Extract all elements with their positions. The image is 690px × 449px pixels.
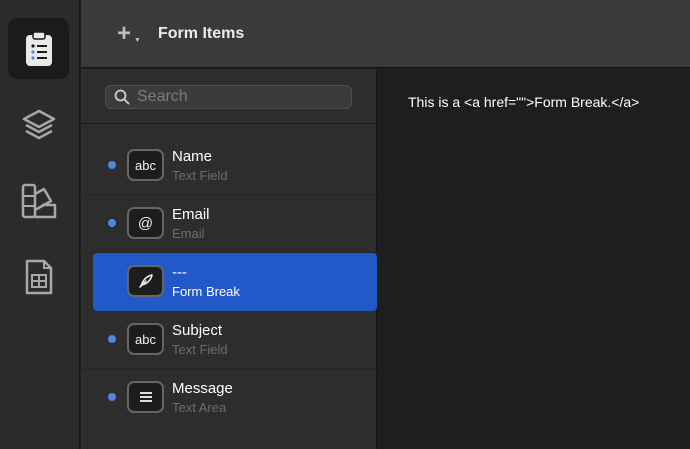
status-dot — [108, 335, 116, 343]
item-type: Email — [172, 226, 205, 241]
page-title: Form Items — [158, 25, 245, 42]
list-item-form-break[interactable]: --- Form Break — [93, 253, 377, 311]
status-dot — [108, 393, 116, 401]
text-area-icon — [127, 381, 164, 413]
detail-pane: This is a <a href="">Form Break.</a> — [378, 69, 690, 449]
list-item-name[interactable]: abc Name Text Field — [81, 137, 377, 195]
item-title: --- — [172, 264, 187, 281]
list-item-message[interactable]: Message Text Area — [81, 369, 377, 427]
item-title: Subject — [172, 322, 223, 339]
clipboard-list-icon — [25, 30, 52, 66]
search-area — [81, 69, 377, 124]
item-title: Name — [172, 148, 213, 165]
sidebar-item-layers[interactable] — [8, 94, 69, 155]
status-dot — [108, 161, 116, 169]
swatches-icon — [21, 183, 56, 218]
form-items-list: abc Name Text Field @ Email Email --- Fo… — [81, 137, 377, 427]
at-sign-icon: @ — [127, 207, 164, 239]
spreadsheet-icon — [25, 259, 52, 294]
item-title: Email — [172, 206, 210, 223]
search-icon — [114, 89, 130, 105]
sidebar-rail — [0, 0, 80, 449]
item-type: Form Break — [172, 284, 240, 299]
status-dot — [108, 219, 116, 227]
item-type: Text Field — [172, 342, 228, 357]
list-item-email[interactable]: @ Email Email — [81, 195, 377, 253]
search-field[interactable] — [105, 85, 352, 109]
text-field-icon: abc — [127, 323, 164, 355]
layers-icon — [22, 109, 55, 139]
item-title: Message — [172, 380, 233, 397]
list-item-subject[interactable]: abc Subject Text Field — [81, 311, 377, 369]
quill-icon — [127, 265, 164, 297]
form-items-list-pane: abc Name Text Field @ Email Email - — [81, 69, 377, 449]
item-type: Text Area — [172, 400, 227, 415]
plus-icon: + — [117, 20, 132, 47]
toolbar: + ▼ Form Items — [81, 0, 690, 68]
sidebar-item-form[interactable] — [8, 18, 69, 79]
chevron-down-icon: ▼ — [134, 37, 141, 44]
sidebar-item-table[interactable] — [8, 246, 69, 307]
search-input[interactable] — [137, 88, 337, 106]
add-item-button[interactable]: + ▼ — [115, 22, 143, 48]
text-field-icon: abc — [127, 149, 164, 181]
item-type: Text Field — [172, 168, 228, 183]
form-break-content[interactable]: This is a <a href="">Form Break.</a> — [408, 94, 639, 110]
app-window: + ▼ Form Items abc Name Text Field — [0, 0, 690, 449]
sidebar-item-theme[interactable] — [8, 170, 69, 231]
